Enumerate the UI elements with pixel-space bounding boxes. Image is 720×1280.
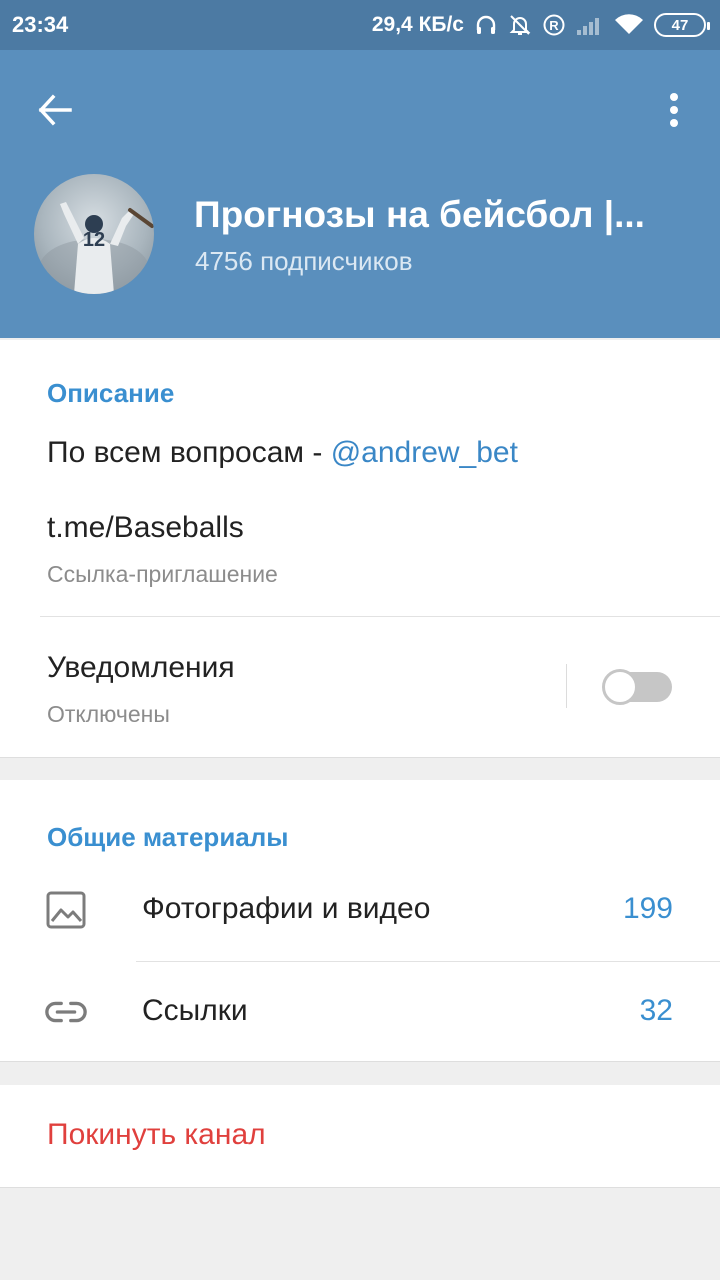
toggle-knob: [602, 669, 638, 705]
roaming-r-icon: R: [542, 13, 566, 37]
baseball-player-image: 12: [39, 202, 154, 294]
svg-text:R: R: [549, 18, 559, 33]
link-icon: [44, 990, 88, 1034]
invite-link[interactable]: t.me/Baseballs: [47, 511, 244, 545]
back-button[interactable]: [30, 85, 80, 135]
vertical-separator: [566, 664, 567, 708]
divider: [40, 616, 720, 617]
shared-item-links[interactable]: Ссылки 32: [0, 962, 720, 1062]
channel-description: По всем вопросам - @andrew_bet: [47, 436, 518, 470]
leave-card: Покинуть канал: [0, 1085, 720, 1188]
description-text: По всем вопросам -: [47, 436, 331, 469]
image-icon: [44, 888, 88, 932]
channel-avatar[interactable]: 12: [34, 174, 154, 294]
leave-channel-button[interactable]: Покинуть канал: [47, 1118, 266, 1152]
more-vertical-icon: [670, 93, 678, 127]
notifications-title[interactable]: Уведомления: [47, 651, 235, 685]
section-title-description: Описание: [47, 378, 175, 408]
shared-item-count: 32: [639, 994, 673, 1027]
invite-link-label: Ссылка-приглашение: [47, 561, 278, 587]
status-icons: 29,4 КБ/с R 47: [371, 10, 710, 40]
subscriber-count: 4756 подписчиков: [195, 246, 413, 276]
shared-item-label: Фотографии и видео: [142, 892, 431, 925]
status-time: 23:34: [12, 12, 69, 37]
shared-media-card: Общие материалы Фотографии и видео 199 С…: [0, 780, 720, 1062]
mention-link[interactable]: @andrew_bet: [331, 436, 518, 469]
shared-item-label: Ссылки: [142, 994, 248, 1027]
status-bar: 23:34 29,4 КБ/с R 47: [0, 0, 720, 50]
notifications-status: Отключены: [47, 701, 170, 727]
shared-item-photos[interactable]: Фотографии и видео 199: [0, 860, 720, 960]
wifi-icon: [614, 14, 644, 36]
battery-icon: 47: [654, 13, 710, 37]
headphones-icon: [474, 13, 498, 37]
notifications-toggle[interactable]: [602, 669, 672, 705]
network-speed: 29,4 КБ/с: [371, 13, 464, 36]
info-card: Описание По всем вопросам - @andrew_bet …: [0, 340, 720, 758]
channel-title: Прогнозы на бейсбол |...: [194, 194, 645, 235]
signal-icon: [576, 14, 604, 36]
back-arrow-icon: [38, 94, 72, 126]
channel-header: 12 Прогнозы на бейсбол |... 4756 подписч…: [0, 50, 720, 338]
jersey-number: 12: [83, 229, 105, 251]
section-title-shared: Общие материалы: [47, 822, 289, 852]
bell-off-icon: [508, 13, 532, 37]
shared-item-count: 199: [622, 892, 673, 925]
more-options-button[interactable]: [654, 85, 694, 135]
